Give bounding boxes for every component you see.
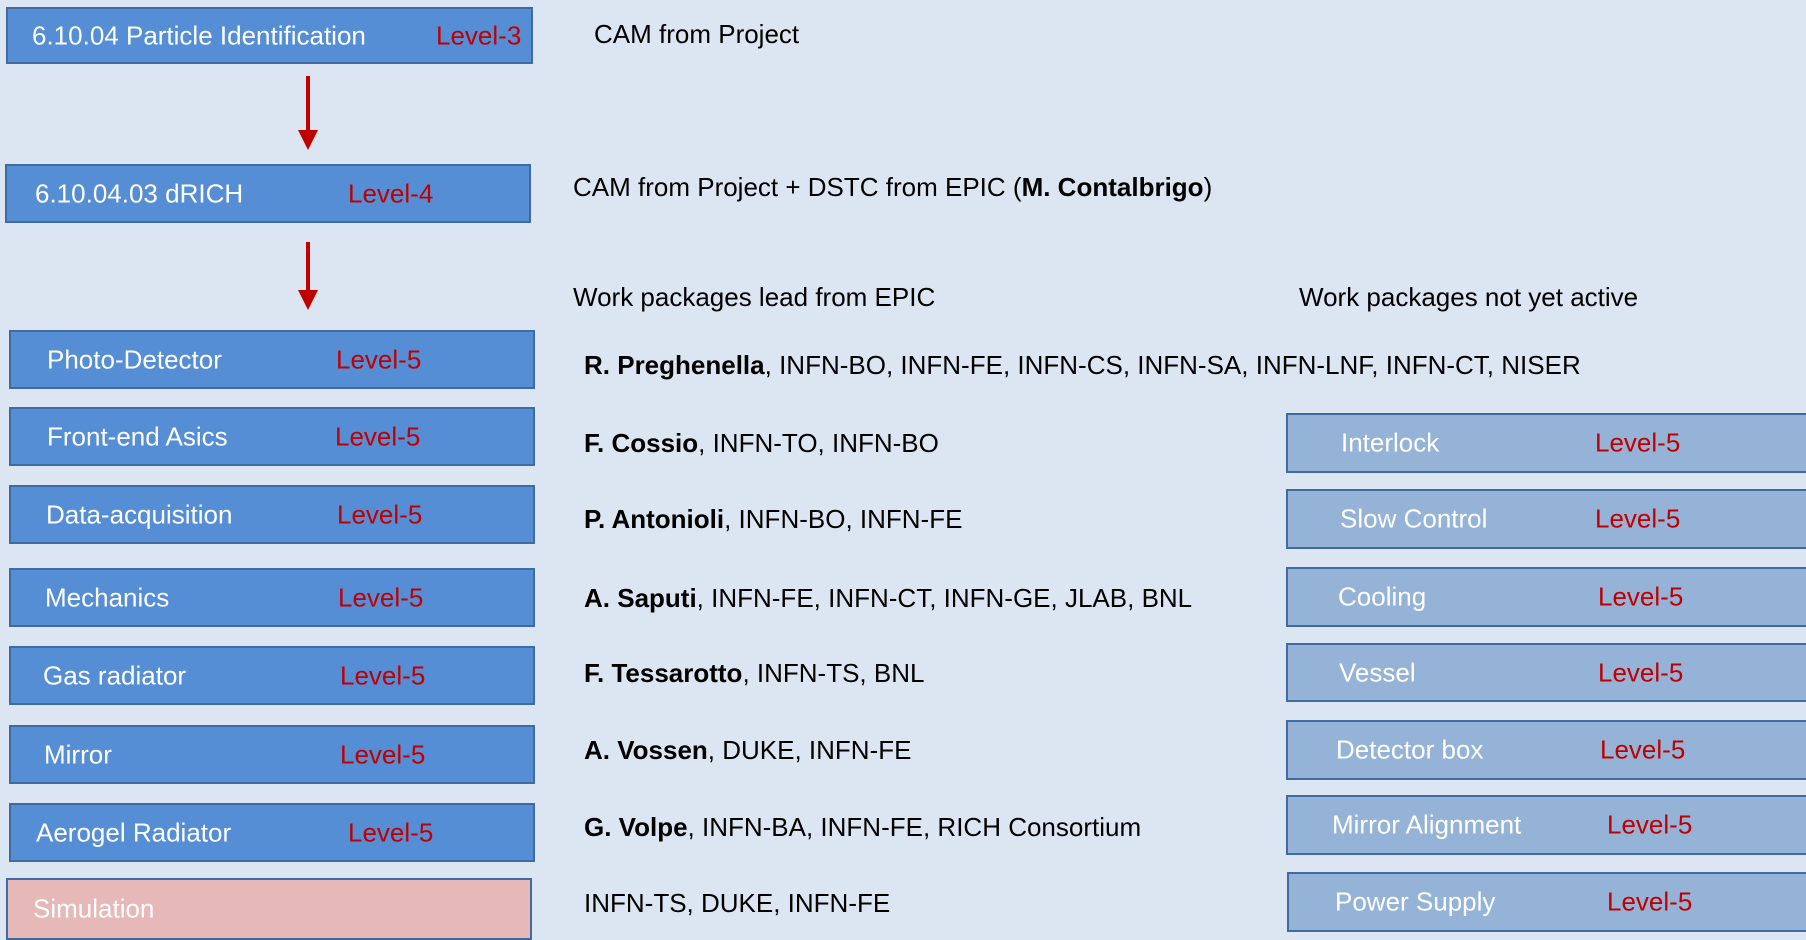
- inactive-box-interlock: Interlock Level-5: [1286, 413, 1806, 473]
- wp-box-photo-detector: Photo-Detector Level-5: [9, 330, 535, 389]
- wp-members: , INFN-BO, INFN-FE, INFN-CS, INFN-SA, IN…: [764, 350, 1581, 380]
- wp-level: Level-5: [336, 344, 422, 374]
- wp-box-simulation: Simulation: [6, 878, 532, 940]
- wp-box-aerogel-radiator: Aerogel Radiator Level-5: [9, 803, 535, 862]
- wp-level: Level-5: [348, 817, 434, 847]
- wp-label: Mirror: [44, 739, 112, 769]
- wp-lead: F. Cossio: [584, 428, 699, 458]
- level3-label: 6.10.04 Particle Identification: [32, 20, 366, 50]
- wp-level: Level-5: [338, 582, 424, 612]
- wp-members: , INFN-BO, INFN-FE: [724, 504, 963, 534]
- wp-label: Simulation: [33, 893, 155, 924]
- cam-dstc-text: CAM from Project + DSTC from EPIC (M. Co…: [573, 172, 1212, 203]
- wp-members-row: G. Volpe, INFN-BA, INFN-FE, RICH Consort…: [584, 812, 1141, 843]
- wp-lead: A. Vossen: [584, 735, 708, 765]
- cam-dstc-prefix: CAM from Project + DSTC from EPIC (: [573, 172, 1022, 202]
- inactive-label: Slow Control: [1340, 503, 1488, 534]
- level4-level: Level-4: [348, 178, 434, 208]
- inactive-label: Interlock: [1341, 427, 1440, 458]
- inactive-header: Work packages not yet active: [1299, 282, 1639, 312]
- wp-label: Gas radiator: [43, 660, 187, 690]
- inactive-level: Level-5: [1595, 427, 1681, 458]
- wp-label: Aerogel Radiator: [36, 817, 232, 847]
- wp-label: Front-end Asics: [47, 421, 228, 451]
- wp-lead: A. Saputi: [584, 583, 697, 613]
- wp-box-data-acquisition: Data-acquisition Level-5: [9, 485, 535, 544]
- wp-members-row: R. Preghenella, INFN-BO, INFN-FE, INFN-C…: [584, 350, 1581, 381]
- inactive-box-slow-control: Slow Control Level-5: [1286, 489, 1806, 549]
- inactive-label: Detector box: [1336, 734, 1484, 765]
- down-arrow-icon: [298, 76, 318, 150]
- wp-box-mirror: Mirror Level-5: [9, 725, 535, 784]
- down-arrow-icon: [298, 242, 318, 310]
- wp-box-front-end-asics: Front-end Asics Level-5: [9, 407, 535, 466]
- inactive-level: Level-5: [1598, 581, 1684, 612]
- level3-box: 6.10.04 Particle Identification Level-3: [6, 7, 533, 64]
- wp-members: INFN-TS, DUKE, INFN-FE: [584, 888, 891, 918]
- wp-label: Mechanics: [45, 582, 170, 612]
- inactive-level: Level-5: [1607, 809, 1693, 840]
- inactive-box-detector-box: Detector box Level-5: [1286, 720, 1806, 780]
- wp-lead: P. Antonioli: [584, 504, 725, 534]
- inactive-box-cooling: Cooling Level-5: [1286, 567, 1806, 627]
- active-header: Work packages lead from EPIC: [573, 282, 936, 312]
- level4-label: 6.10.04.03 dRICH: [35, 178, 244, 208]
- level3-level: Level-3: [436, 20, 522, 50]
- inactive-box-power-supply: Power Supply Level-5: [1287, 872, 1806, 932]
- wp-members-row: INFN-TS, DUKE, INFN-FE: [584, 888, 890, 919]
- inactive-label: Mirror Alignment: [1332, 809, 1522, 840]
- wp-members-row: P. Antonioli, INFN-BO, INFN-FE: [584, 504, 962, 535]
- wp-members-row: F. Cossio, INFN-TO, INFN-BO: [584, 428, 939, 459]
- inactive-label: Cooling: [1338, 581, 1427, 612]
- cam-project-text: CAM from Project: [594, 19, 800, 49]
- cam-dstc-name: M. Contalbrigo: [1021, 172, 1204, 202]
- wp-members-row: A. Saputi, INFN-FE, INFN-CT, INFN-GE, JL…: [584, 583, 1192, 614]
- inactive-box-vessel: Vessel Level-5: [1286, 643, 1806, 702]
- wp-lead: R. Preghenella: [584, 350, 765, 380]
- wp-label: Data-acquisition: [46, 499, 233, 529]
- wp-members-row: F. Tessarotto, INFN-TS, BNL: [584, 658, 924, 689]
- wp-level: Level-5: [335, 421, 421, 451]
- wp-members: , INFN-FE, INFN-CT, INFN-GE, JLAB, BNL: [696, 583, 1193, 613]
- wp-lead: F. Tessarotto: [584, 658, 743, 688]
- inactive-label: Vessel: [1339, 657, 1416, 687]
- wp-members: , DUKE, INFN-FE: [707, 735, 912, 765]
- inactive-level: Level-5: [1595, 503, 1681, 534]
- wp-level: Level-5: [340, 660, 426, 690]
- wp-label: Photo-Detector: [47, 344, 222, 374]
- wp-lead: G. Volpe: [584, 812, 688, 842]
- cam-dstc-suffix: ): [1203, 172, 1213, 202]
- wp-level: Level-5: [340, 739, 426, 769]
- inactive-level: Level-5: [1598, 657, 1684, 687]
- wp-members-row: A. Vossen, DUKE, INFN-FE: [584, 735, 911, 766]
- wp-members: , INFN-TO, INFN-BO: [698, 428, 939, 458]
- wp-members: , INFN-BA, INFN-FE, RICH Consortium: [687, 812, 1142, 842]
- inactive-box-mirror-alignment: Mirror Alignment Level-5: [1286, 795, 1806, 855]
- level4-box: 6.10.04.03 dRICH Level-4: [5, 164, 531, 223]
- wp-members: , INFN-TS, BNL: [742, 658, 925, 688]
- inactive-level: Level-5: [1600, 734, 1686, 765]
- inactive-label: Power Supply: [1335, 886, 1496, 917]
- inactive-level: Level-5: [1607, 886, 1693, 917]
- wp-box-gas-radiator: Gas radiator Level-5: [9, 646, 535, 705]
- wp-box-mechanics: Mechanics Level-5: [9, 568, 535, 627]
- wp-level: Level-5: [337, 499, 423, 529]
